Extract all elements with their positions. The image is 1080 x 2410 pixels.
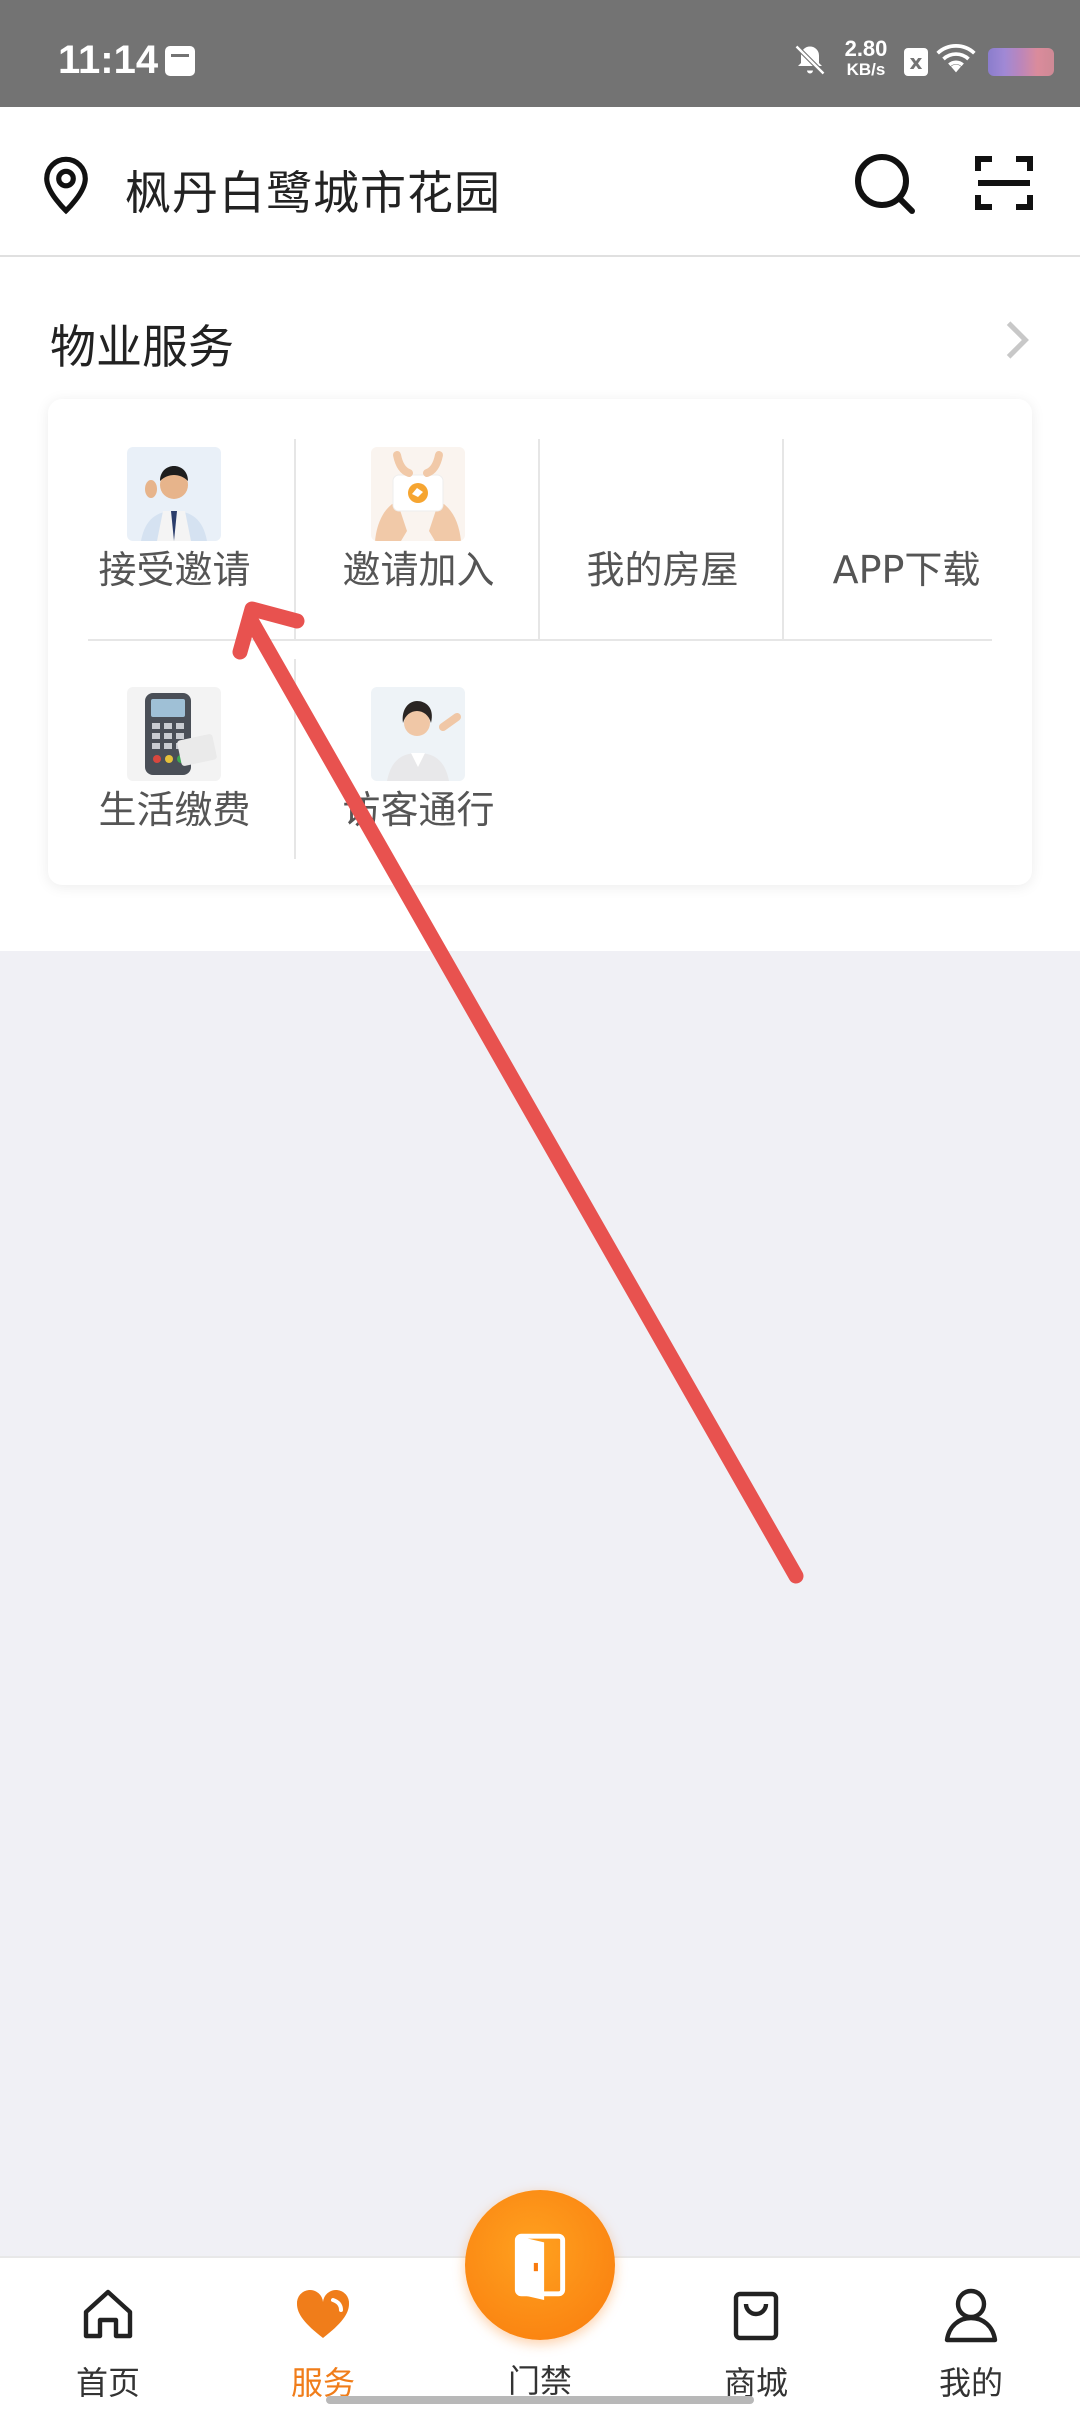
nav-mall[interactable]: 商城 bbox=[686, 2258, 826, 2410]
chevron-right-icon[interactable] bbox=[1000, 319, 1034, 361]
home-indicator[interactable] bbox=[326, 2396, 754, 2404]
nav-mine[interactable]: 我的 bbox=[901, 2258, 1041, 2410]
businessman-thumbnail bbox=[127, 447, 221, 541]
header-bar: 枫丹白鹭城市花园 bbox=[0, 107, 1080, 257]
scan-icon[interactable] bbox=[972, 151, 1036, 215]
wifi-icon bbox=[936, 44, 976, 73]
service-label: APP下载 bbox=[832, 548, 981, 592]
home-icon bbox=[83, 2289, 133, 2339]
nav-label: 我的 bbox=[938, 2364, 1003, 2402]
nav-home[interactable]: 首页 bbox=[38, 2258, 178, 2410]
shopping-bag-icon bbox=[733, 2291, 779, 2341]
network-speed-unit: KB/s bbox=[846, 60, 886, 79]
card-reader-thumbnail bbox=[127, 687, 221, 781]
status-time: 11:14 bbox=[58, 38, 159, 82]
mute-icon bbox=[794, 44, 826, 76]
community-name[interactable]: 枫丹白鹭城市花园 bbox=[125, 157, 501, 223]
door-icon bbox=[514, 2233, 566, 2300]
service-label: 邀请加入 bbox=[342, 548, 495, 592]
service-invite-join[interactable]: 邀请加入 bbox=[297, 399, 540, 599]
battery-icon bbox=[988, 48, 1054, 76]
service-label: 生活缴费 bbox=[98, 788, 251, 832]
sim-icon: x bbox=[904, 48, 928, 76]
service-accept-invitation[interactable]: 接受邀请 bbox=[53, 399, 296, 599]
note-icon bbox=[165, 46, 195, 76]
property-services-section: 物业服务 接受邀请 邀请加入 我的房屋 APP下载 生活缴费 访客通行 bbox=[0, 257, 1080, 951]
service-my-house[interactable]: 我的房屋 bbox=[541, 399, 784, 599]
section-title: 物业服务 bbox=[50, 320, 234, 374]
heart-icon bbox=[296, 2289, 350, 2338]
services-card: 接受邀请 邀请加入 我的房屋 APP下载 生活缴费 访客通行 bbox=[48, 399, 1032, 885]
receptionist-thumbnail bbox=[371, 687, 465, 781]
service-label: 访客通行 bbox=[342, 788, 495, 832]
service-label: 我的房屋 bbox=[586, 548, 739, 592]
service-app-download[interactable]: APP下载 bbox=[785, 399, 1028, 599]
search-icon[interactable] bbox=[852, 151, 916, 215]
nav-label: 首页 bbox=[75, 2364, 140, 2402]
door-access-button[interactable] bbox=[465, 2190, 615, 2340]
network-speed-value: 2.80 bbox=[844, 36, 888, 61]
hands-card-thumbnail bbox=[371, 447, 465, 541]
service-bill-payment[interactable]: 生活缴费 bbox=[53, 639, 296, 839]
service-label: 接受邀请 bbox=[98, 548, 251, 592]
nav-services[interactable]: 服务 bbox=[253, 2258, 393, 2410]
location-pin-icon[interactable] bbox=[40, 155, 92, 215]
network-speed: 2.80 KB/s bbox=[836, 38, 896, 80]
user-icon bbox=[944, 2288, 998, 2343]
service-visitor-pass[interactable]: 访客通行 bbox=[297, 639, 540, 839]
status-bar: 11:14 2.80 KB/s x bbox=[0, 0, 1080, 107]
